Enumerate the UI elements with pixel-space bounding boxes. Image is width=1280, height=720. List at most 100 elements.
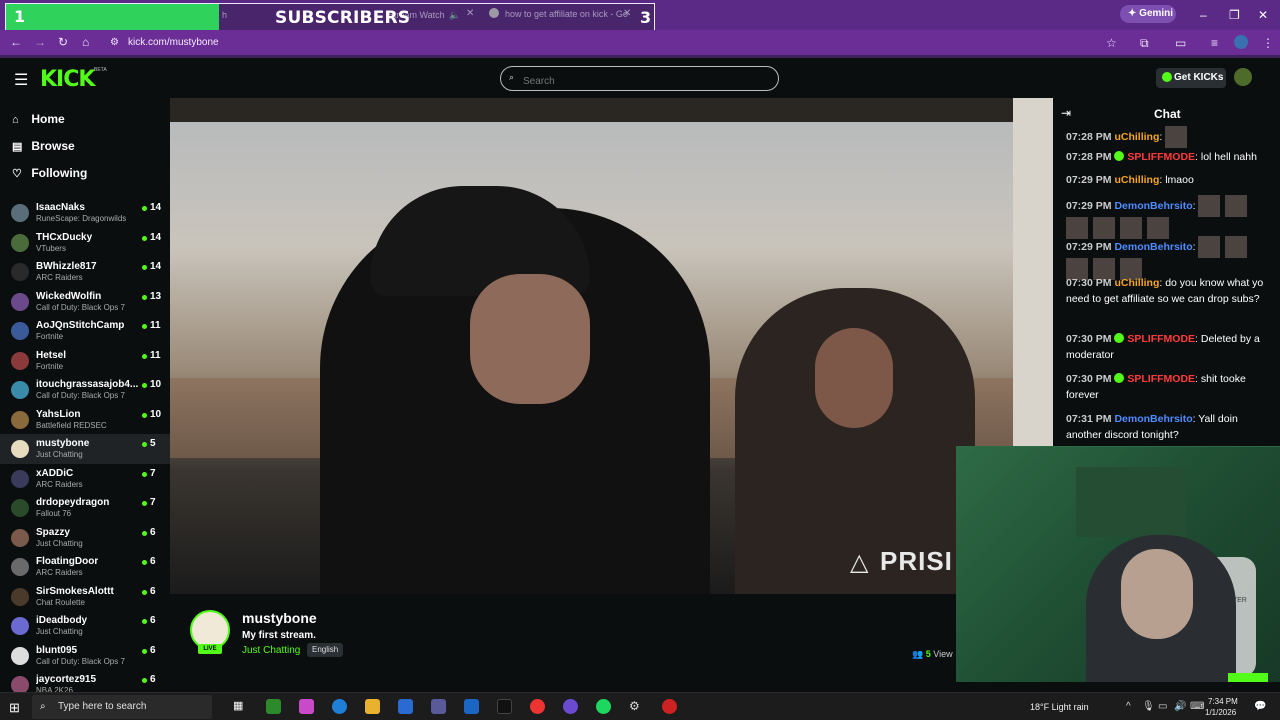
menu-dots-icon[interactable]: ⋮ <box>1262 36 1274 50</box>
chat-panel: ⇥ Chat 07:28 PM uChilling: 07:28 PM SPLI… <box>1053 98 1280 448</box>
chat-username[interactable]: uChilling <box>1114 131 1159 143</box>
chat-timestamp: 07:30 PM <box>1066 373 1112 385</box>
language-tag[interactable]: English <box>307 643 344 657</box>
avatar <box>11 351 29 370</box>
chat-username[interactable]: SPLIFFMODE <box>1127 151 1195 163</box>
chat-username[interactable]: DemonBehrsito <box>1114 200 1192 212</box>
live-dot-icon <box>142 589 147 595</box>
following-item[interactable]: IsaacNaks RuneScape: Dragonwilds 14 <box>0 198 170 228</box>
copilot-icon[interactable] <box>299 699 314 714</box>
clock-time[interactable]: 7:34 PM <box>1208 697 1238 706</box>
chat-emote-icon <box>1165 126 1188 148</box>
search-input[interactable] <box>500 66 779 91</box>
following-viewer-count: 7 <box>150 497 156 508</box>
screen-cast-icon[interactable]: ▭ <box>1175 36 1186 50</box>
chat-emote-icon <box>1225 236 1248 258</box>
following-item[interactable]: BWhizzle817 ARC Raiders 14 <box>0 257 170 287</box>
nvidia-icon[interactable] <box>266 699 281 714</box>
channel-name[interactable]: mustybone <box>242 610 317 626</box>
app-icon[interactable] <box>431 699 446 714</box>
settings-gear-icon[interactable]: ⚙ <box>629 699 644 714</box>
home-icon[interactable]: ⌂ <box>82 35 89 49</box>
goal-title: SUBSCRIBERS <box>275 8 411 28</box>
edge-icon[interactable] <box>332 699 347 714</box>
following-name: xADDiC <box>36 467 74 479</box>
subscriber-goal-progress <box>6 4 219 30</box>
following-item[interactable]: itouchgrassasajob4... Call of Duty: Black… <box>0 375 170 405</box>
kick-logo[interactable]: KICK <box>40 67 95 92</box>
live-dot-icon <box>142 324 147 329</box>
following-item[interactable]: WickedWolfin Call of Duty: Black Ops 7 13 <box>0 287 170 317</box>
following-item[interactable]: xADDiC ARC Raiders 7 <box>0 464 170 494</box>
profile-avatar[interactable] <box>1234 35 1248 49</box>
spotify-icon[interactable] <box>596 699 611 714</box>
following-category: Chat Roulette <box>36 597 85 607</box>
collapse-chat-icon[interactable]: ⇥ <box>1061 106 1071 120</box>
windows-start-icon[interactable]: ⊞ <box>9 700 20 716</box>
url-field[interactable]: kick.com/mustybone <box>128 37 219 48</box>
restore-icon[interactable]: ❐ <box>1229 8 1240 22</box>
following-item[interactable]: drdopeydragon Fallout 76 7 <box>0 493 170 523</box>
microphone-icon[interactable]: 🎙 <box>1142 701 1155 712</box>
reading-list-icon[interactable]: ≡ <box>1211 36 1218 50</box>
following-item[interactable]: YahsLion Battlefield REDSEC 10 <box>0 405 170 435</box>
tray-up-arrow-icon[interactable]: ^ <box>1126 701 1131 712</box>
verified-badge-icon <box>1114 333 1125 343</box>
chrome-icon[interactable] <box>530 699 545 714</box>
volume-icon[interactable]: 🔊 <box>1174 701 1186 712</box>
back-icon[interactable]: ← <box>10 35 22 49</box>
sidebar-item-home[interactable]: ⌂ Home <box>12 112 65 126</box>
notifications-icon[interactable]: 💬 <box>1254 701 1266 712</box>
stream-category[interactable]: Just Chatting <box>242 645 300 656</box>
following-category: ARC Raiders <box>36 273 83 282</box>
search-icon: ⌕ <box>509 72 515 82</box>
chat-title: Chat <box>1154 107 1181 121</box>
live-dot-icon <box>142 648 147 654</box>
extensions-icon[interactable]: ⧉ <box>1140 36 1149 51</box>
following-item[interactable]: THCxDucky VTubers 14 <box>0 228 170 258</box>
bookmark-star-icon[interactable]: ☆ <box>1106 36 1117 50</box>
user-avatar[interactable] <box>1234 68 1252 86</box>
taskbar-search-box[interactable]: Type here to search <box>32 695 212 719</box>
following-item[interactable]: FloatingDoor ARC Raiders 6 <box>0 552 170 582</box>
live-dot-icon <box>142 265 147 270</box>
obs-icon[interactable] <box>662 699 677 714</box>
following-item[interactable]: mustybone Just Chatting 5 <box>0 434 170 464</box>
following-name: Spazzy <box>36 526 70 538</box>
forward-icon[interactable]: → <box>34 35 46 49</box>
chat-username[interactable]: uChilling <box>1114 174 1159 186</box>
chat-username[interactable]: uChilling <box>1114 277 1159 289</box>
messenger-icon[interactable] <box>563 699 578 714</box>
gemini-button[interactable]: ✦ Gemini <box>1120 5 1176 23</box>
sidebar-item-browse[interactable]: ▤ Browse <box>12 139 75 153</box>
close-window-icon[interactable]: ✕ <box>1258 8 1268 22</box>
chat-username[interactable]: DemonBehrsito <box>1114 241 1192 253</box>
following-item[interactable]: Spazzy Just Chatting 6 <box>0 523 170 553</box>
following-item[interactable]: blunt095 Call of Duty: Black Ops 7 6 <box>0 641 170 671</box>
clock-date[interactable]: 1/1/2026 <box>1205 708 1236 717</box>
outlook-icon[interactable] <box>464 699 479 714</box>
video-player[interactable]: △ PRISI <box>170 98 1053 594</box>
hamburger-menu-icon[interactable]: ☰ <box>14 70 28 90</box>
following-name: THCxDucky <box>36 231 93 243</box>
following-item[interactable]: iDeadbody Just Chatting 6 <box>0 611 170 641</box>
minimize-icon[interactable]: – <box>1200 8 1207 22</box>
following-viewer-count: 7 <box>150 467 156 479</box>
following-item[interactable]: AoJQnStitchCamp Fortnite 11 <box>0 316 170 346</box>
following-category: ARC Raiders <box>36 568 83 577</box>
weather-widget[interactable]: 18°F Light rain <box>1030 702 1089 712</box>
task-view-icon[interactable]: ▦ <box>233 699 248 714</box>
file-explorer-icon[interactable] <box>365 699 380 714</box>
store-icon[interactable] <box>398 699 413 714</box>
site-info-icon[interactable]: ⚙ <box>110 37 119 48</box>
chat-username[interactable]: SPLIFFMODE <box>1127 373 1195 385</box>
network-icon[interactable]: ▭ <box>1158 701 1167 712</box>
following-item[interactable]: Hetsel Fortnite 11 <box>0 346 170 376</box>
tiktok-icon[interactable] <box>497 699 512 714</box>
following-item[interactable]: SirSmokesAlottt Chat Roulette 6 <box>0 582 170 612</box>
chat-username[interactable]: DemonBehrsito <box>1114 413 1192 425</box>
sidebar-item-following[interactable]: ♡ Following <box>12 166 87 180</box>
reload-icon[interactable]: ↻ <box>58 35 68 49</box>
language-icon[interactable]: ⌨ <box>1190 701 1204 712</box>
chat-username[interactable]: SPLIFFMODE <box>1127 333 1195 345</box>
